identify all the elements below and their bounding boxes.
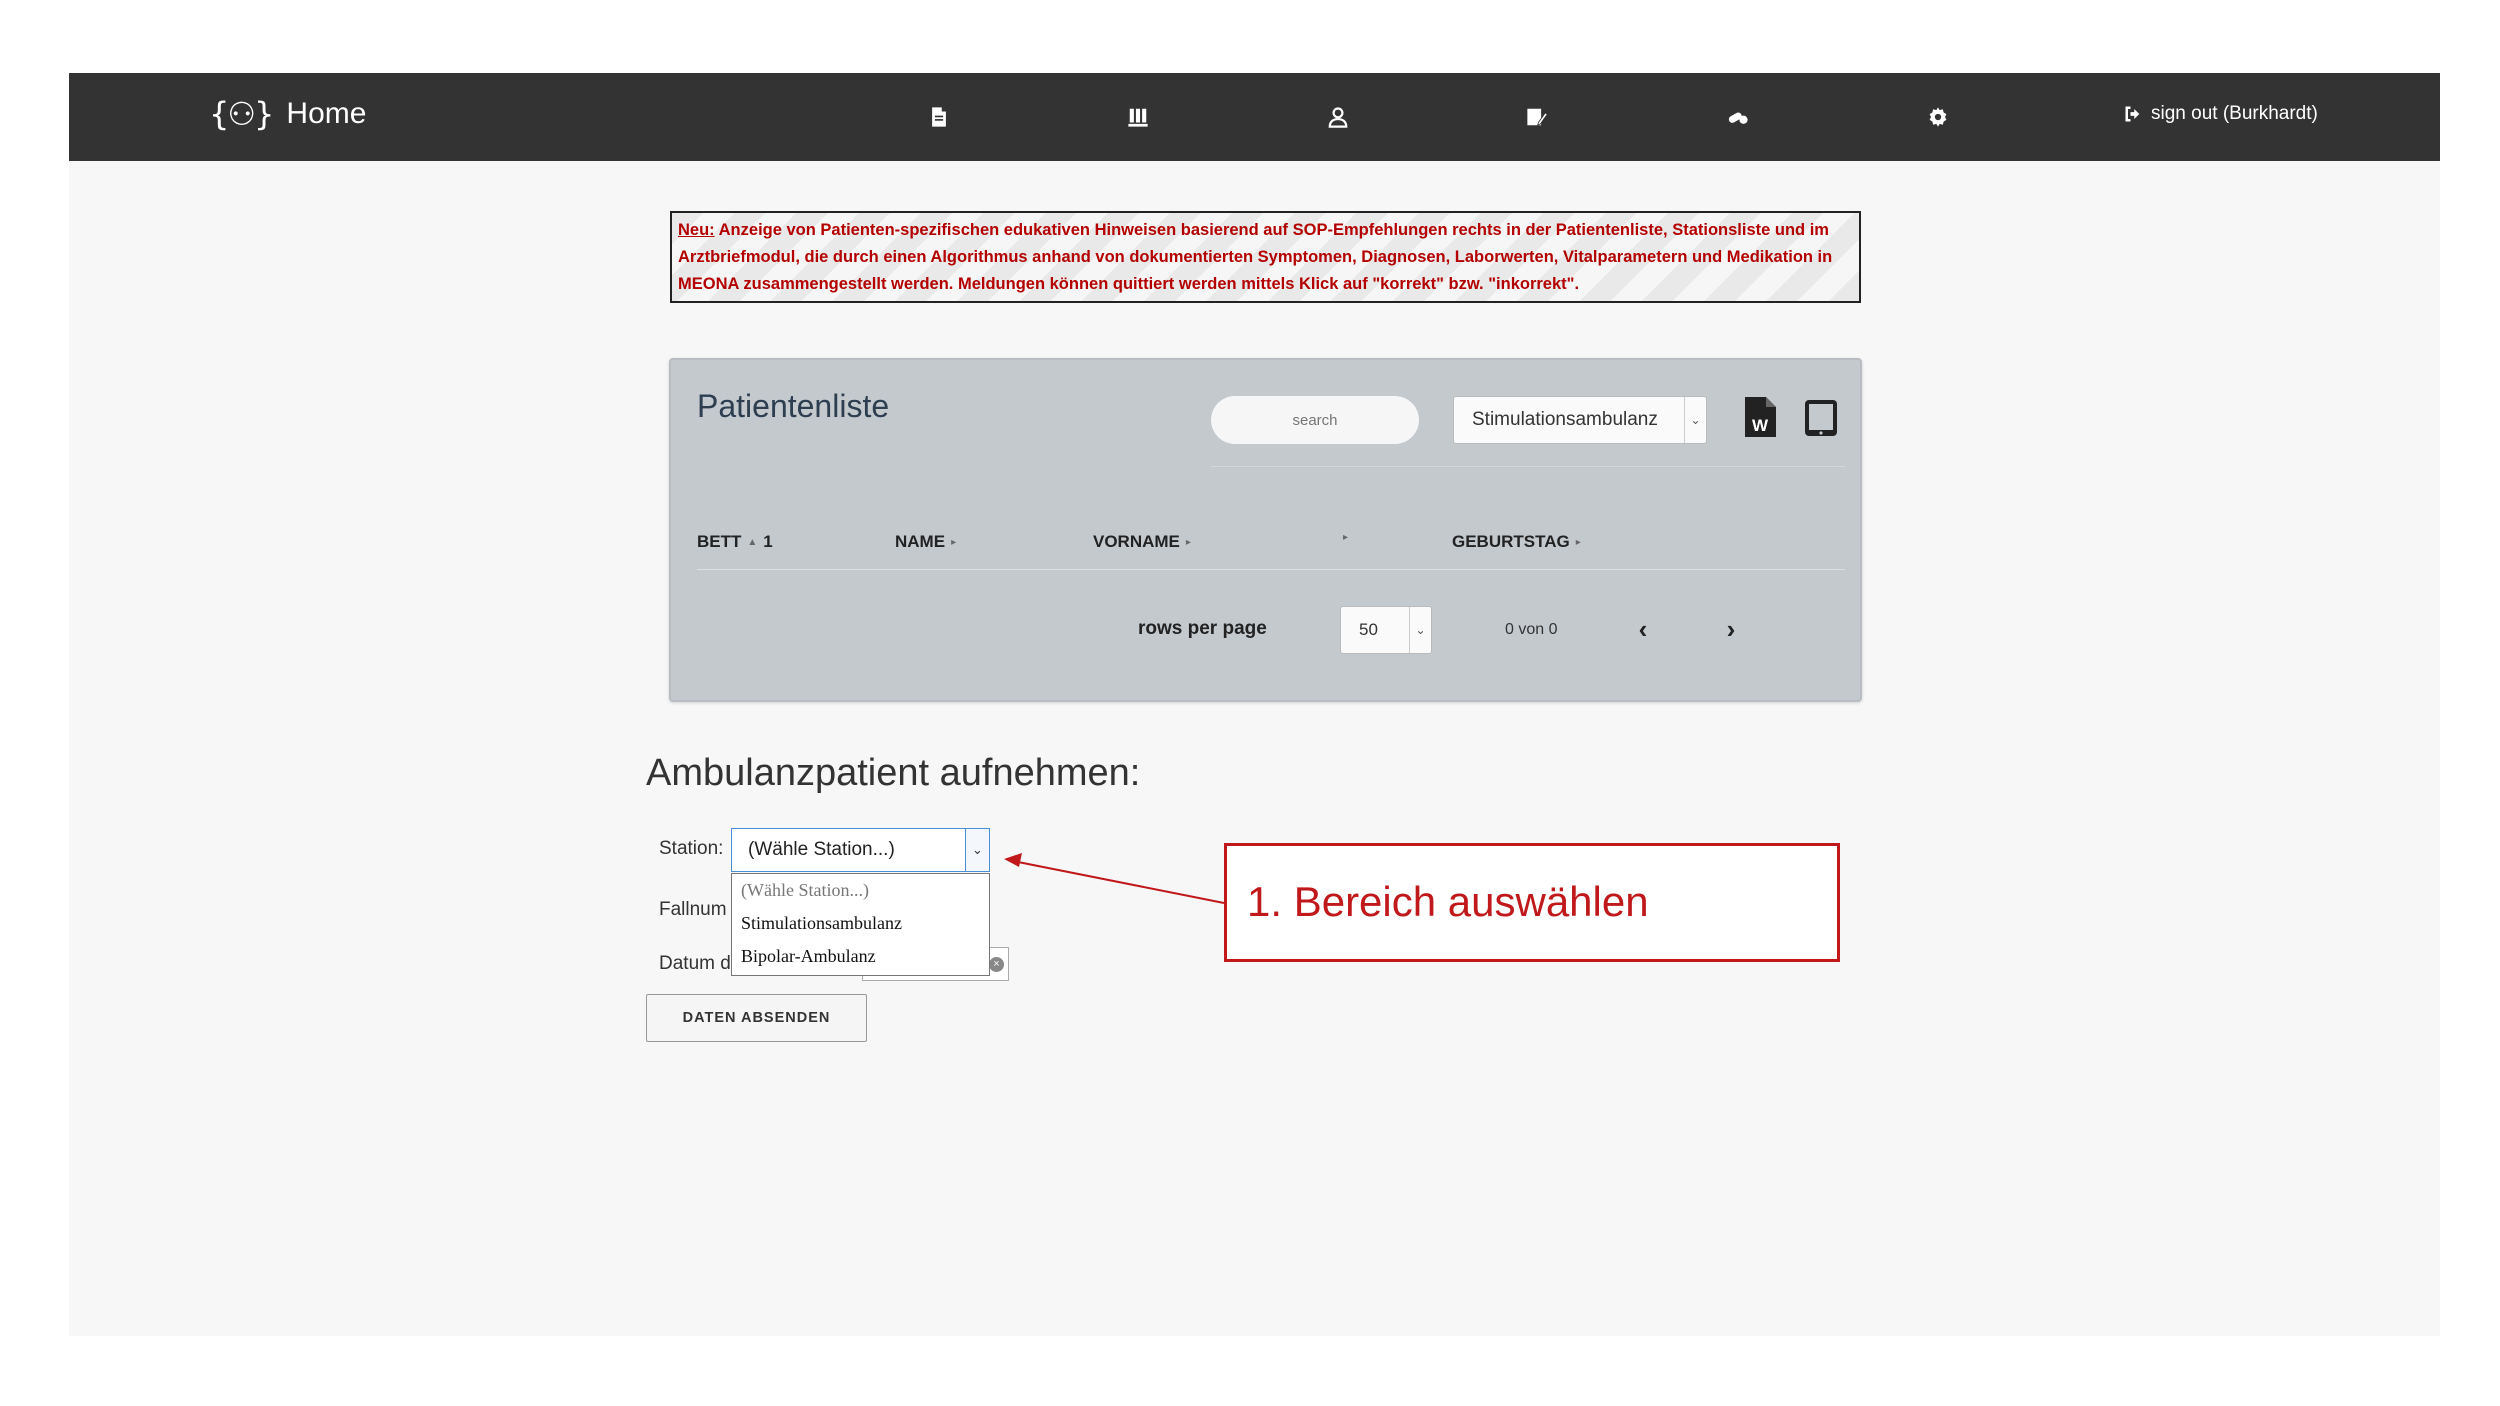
column-header-name[interactable]: NAME ▸: [895, 532, 956, 552]
clear-icon[interactable]: ×: [989, 957, 1004, 972]
sort-index: 1: [763, 532, 773, 551]
chevron-down-icon: ⌄: [1409, 607, 1431, 653]
sort-icon: ▸: [1343, 532, 1349, 543]
brand-logo-icon: {⚇}: [209, 95, 274, 133]
column-header-bett[interactable]: BETT ▲ 1: [697, 532, 773, 552]
station-filter-value: Stimulationsambulanz: [1472, 409, 1658, 430]
edit-notes-icon[interactable]: [1521, 101, 1553, 133]
sort-icon: ▸: [1575, 536, 1581, 548]
sign-out-link[interactable]: sign out (Burkhardt): [2123, 103, 2318, 125]
top-navbar: {⚇} Home sign out (Burkhardt): [69, 73, 2440, 161]
column-header-label: BETT: [697, 532, 742, 551]
tablet-view-icon[interactable]: [1803, 398, 1839, 438]
dropdown-option[interactable]: Bipolar-Ambulanz: [732, 940, 989, 973]
sign-out-label: sign out (Burkhardt): [2151, 103, 2318, 124]
search-input[interactable]: [1211, 396, 1419, 444]
column-header-label: NAME: [895, 532, 946, 551]
pills-icon[interactable]: [1722, 101, 1754, 133]
station-label: Station:: [659, 838, 724, 859]
column-header-label: VORNAME: [1093, 532, 1180, 551]
pagination-status: 0 von 0: [1505, 621, 1558, 638]
annotation-text: 1. Bereich auswählen: [1247, 878, 1649, 925]
svg-text:W: W: [1752, 416, 1769, 435]
dropdown-option[interactable]: Stimulationsambulanz: [732, 907, 989, 940]
station-select[interactable]: (Wähle Station...) ⌄: [731, 828, 990, 872]
word-export-icon[interactable]: W: [1743, 396, 1777, 438]
rows-per-page-label: rows per page: [1138, 618, 1267, 639]
station-select-value: (Wähle Station...): [748, 839, 895, 860]
submit-button[interactable]: DATEN ABSENDEN: [646, 994, 867, 1042]
patient-list-panel: Patientenliste Stimulationsambulanz ⌄ W …: [669, 358, 1862, 702]
lab-tubes-icon[interactable]: [1122, 101, 1154, 133]
column-header-geburtstag[interactable]: GEBURTSTAG ▸: [1452, 532, 1581, 552]
header-divider: [697, 569, 1845, 570]
patient-list-title: Patientenliste: [697, 388, 890, 424]
notice-prefix: Neu:: [678, 221, 715, 239]
user-icon[interactable]: [1322, 101, 1354, 133]
station-filter-select[interactable]: Stimulationsambulanz ⌄: [1453, 396, 1707, 444]
dropdown-option[interactable]: (Wähle Station...): [732, 874, 989, 907]
brand-label: Home: [286, 97, 367, 130]
chevron-down-icon: ⌄: [1684, 397, 1706, 443]
notice-text: Anzeige von Patienten-spezifischen eduka…: [678, 221, 1833, 293]
previous-page-button[interactable]: ‹: [1631, 614, 1655, 644]
column-header-label: GEBURTSTAG: [1452, 532, 1570, 551]
admit-patient-heading: Ambulanzpatient aufnehmen:: [646, 752, 1141, 794]
brand-home-link[interactable]: {⚇} Home: [209, 95, 366, 133]
fallnummer-label: Fallnum: [659, 899, 727, 920]
column-header-unnamed[interactable]: ▸: [1337, 532, 1348, 543]
sort-ascending-icon: ▲: [747, 536, 758, 548]
sort-icon: ▸: [951, 536, 957, 548]
next-page-button[interactable]: ›: [1719, 614, 1743, 644]
rows-per-page-value: 50: [1359, 620, 1378, 639]
chevron-down-icon: ⌄: [965, 829, 989, 871]
sign-out-icon: [2125, 106, 2140, 122]
news-notice-banner: Neu: Anzeige von Patienten-spezifischen …: [670, 211, 1861, 303]
document-icon[interactable]: [923, 101, 955, 133]
search-divider: [1211, 466, 1845, 467]
station-dropdown-list: (Wähle Station...) Stimulationsambulanz …: [731, 873, 990, 976]
sort-icon: ▸: [1185, 536, 1191, 548]
datum-label: Datum d: [659, 953, 731, 974]
annotation-callout: 1. Bereich auswählen: [1224, 843, 1840, 962]
gear-icon[interactable]: [1922, 101, 1954, 133]
column-header-vorname[interactable]: VORNAME ▸: [1093, 532, 1191, 552]
rows-per-page-select[interactable]: 50 ⌄: [1340, 606, 1432, 654]
